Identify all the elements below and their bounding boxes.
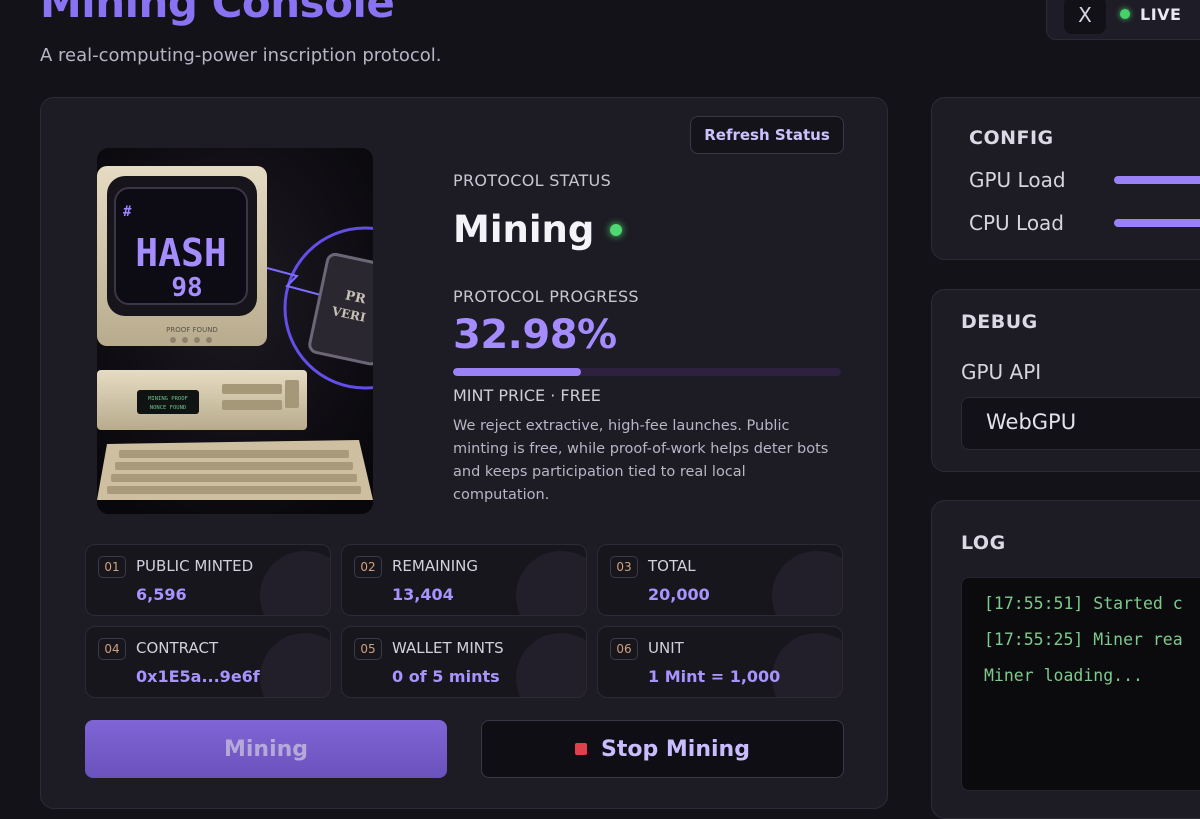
- protocol-status-value: Mining: [453, 208, 623, 251]
- protocol-progress-label: PROTOCOL PROGRESS: [453, 287, 639, 306]
- stat-card-decoration: [260, 551, 330, 615]
- log-title: LOG: [961, 532, 1006, 554]
- cpu-load-label: CPU Load: [969, 211, 1064, 235]
- mint-price-label: MINT PRICE · FREE: [453, 386, 601, 405]
- refresh-status-button[interactable]: Refresh Status: [690, 116, 844, 154]
- page-title: Mining Console: [40, 0, 395, 27]
- live-label: LIVE: [1140, 4, 1182, 24]
- stop-mining-label: Stop Mining: [601, 736, 750, 762]
- stat-card-remaining: 02 REMAINING 13,404: [341, 544, 587, 616]
- stat-card-unit: 06 UNIT 1 Mint = 1,000: [597, 626, 843, 698]
- x-link-button[interactable]: X: [1064, 0, 1106, 34]
- stat-label: REMAINING: [392, 557, 479, 575]
- protocol-progress-bar: [453, 368, 841, 376]
- protocol-progress-fill: [453, 368, 581, 376]
- stat-number: 03: [610, 556, 638, 578]
- stat-number: 04: [98, 638, 126, 660]
- mining-console-page: Mining Console A real-computing-power in…: [0, 0, 1200, 819]
- log-line: [17:55:51] Started c: [984, 594, 1183, 613]
- gpu-load-label: GPU Load: [969, 168, 1066, 192]
- log-line: [17:55:25] Miner rea: [984, 630, 1183, 649]
- stat-value: 13,404: [392, 585, 454, 604]
- screen-number-text: 98: [171, 273, 202, 303]
- screen-tag-text: #: [123, 204, 132, 220]
- gpu-load-slider[interactable]: [1114, 176, 1200, 184]
- stat-card-decoration: [260, 633, 330, 697]
- stat-card-contract: 04 CONTRACT 0x1E5a...9e6f: [85, 626, 331, 698]
- debug-title: DEBUG: [961, 311, 1038, 333]
- stop-icon: [575, 743, 588, 755]
- stat-number: 01: [98, 556, 126, 578]
- lcd-text-2: NONCE FOUND: [150, 405, 186, 411]
- stat-label: CONTRACT: [136, 639, 219, 657]
- stat-card-public-minted: 01 PUBLIC MINTED 6,596: [85, 544, 331, 616]
- live-dot-icon: [1120, 9, 1130, 19]
- protocol-progress-value: 32.98%: [453, 312, 617, 358]
- log-output[interactable]: [17:55:51] Started c [17:55:25] Miner re…: [961, 577, 1200, 791]
- stat-card-decoration: [772, 633, 842, 697]
- stat-label: PUBLIC MINTED: [136, 557, 254, 575]
- stat-card-total: 03 TOTAL 20,000: [597, 544, 843, 616]
- screen-hash-text: HASH: [135, 231, 227, 275]
- cpu-load-slider[interactable]: [1114, 219, 1200, 227]
- gpu-api-select[interactable]: WebGPU: [961, 397, 1200, 450]
- monitor-label-text: PROOF FOUND: [166, 326, 218, 334]
- stat-value: 20,000: [648, 585, 710, 604]
- config-title: CONFIG: [969, 127, 1054, 149]
- mining-button[interactable]: Mining: [85, 720, 447, 778]
- protocol-description: We reject extractive, high-fee launches.…: [453, 418, 829, 503]
- retro-computer-illustration: PR VERI # HASH 98 PROOF FOUND MINING PRO…: [97, 148, 373, 514]
- contract-address-value[interactable]: 0x1E5a...9e6f: [136, 667, 260, 686]
- gpu-api-label: GPU API: [961, 360, 1042, 384]
- status-dot-icon: [610, 223, 623, 236]
- stat-card-wallet-mints: 05 WALLET MINTS 0 of 5 mints: [341, 626, 587, 698]
- stat-value: 0 of 5 mints: [392, 667, 500, 686]
- log-line: Miner loading...: [984, 666, 1143, 685]
- page-subtitle: A real-computing-power inscription proto…: [40, 45, 442, 66]
- protocol-status-label: PROTOCOL STATUS: [453, 171, 612, 190]
- stat-number: 05: [354, 638, 382, 660]
- stat-value: 1 Mint = 1,000: [648, 667, 781, 686]
- live-indicator: LIVE: [1120, 2, 1181, 26]
- stop-mining-button[interactable]: Stop Mining: [481, 720, 844, 778]
- stat-label: TOTAL: [648, 557, 696, 575]
- x-icon: X: [1078, 3, 1092, 27]
- stat-label: UNIT: [648, 639, 684, 657]
- stat-number: 02: [354, 556, 382, 578]
- stat-card-decoration: [516, 551, 586, 615]
- status-text: Mining: [453, 208, 595, 251]
- stat-card-decoration: [772, 551, 842, 615]
- stat-number: 06: [610, 638, 638, 660]
- stat-card-decoration: [516, 633, 586, 697]
- lcd-text-1: MINING PROOF: [148, 396, 188, 402]
- stat-value: 6,596: [136, 585, 187, 604]
- retro-computer-graphic: PR VERI # HASH 98 PROOF FOUND MINING PRO…: [97, 148, 373, 514]
- stat-label: WALLET MINTS: [392, 639, 504, 657]
